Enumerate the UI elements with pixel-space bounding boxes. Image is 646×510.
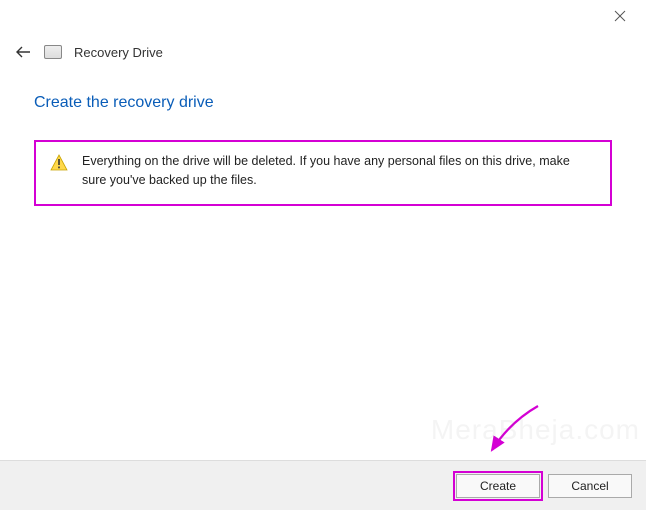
window-title: Recovery Drive xyxy=(74,45,163,60)
annotation-arrow xyxy=(480,402,550,462)
back-button[interactable] xyxy=(14,43,32,61)
titlebar xyxy=(0,0,646,32)
footer: Create Cancel xyxy=(0,460,646,510)
cancel-button[interactable]: Cancel xyxy=(548,474,632,498)
close-button[interactable] xyxy=(602,4,638,28)
back-arrow-icon xyxy=(15,45,31,59)
header: Recovery Drive xyxy=(0,32,646,66)
watermark: MeraBheja.com xyxy=(431,414,640,446)
close-icon xyxy=(614,10,626,22)
drive-icon xyxy=(44,45,62,59)
warning-icon xyxy=(50,154,68,172)
page-heading: Create the recovery drive xyxy=(34,94,612,112)
create-button[interactable]: Create xyxy=(456,474,540,498)
warning-text: Everything on the drive will be deleted.… xyxy=(82,152,596,190)
content-area: Create the recovery drive Everything on … xyxy=(0,66,646,206)
warning-box: Everything on the drive will be deleted.… xyxy=(34,140,612,206)
